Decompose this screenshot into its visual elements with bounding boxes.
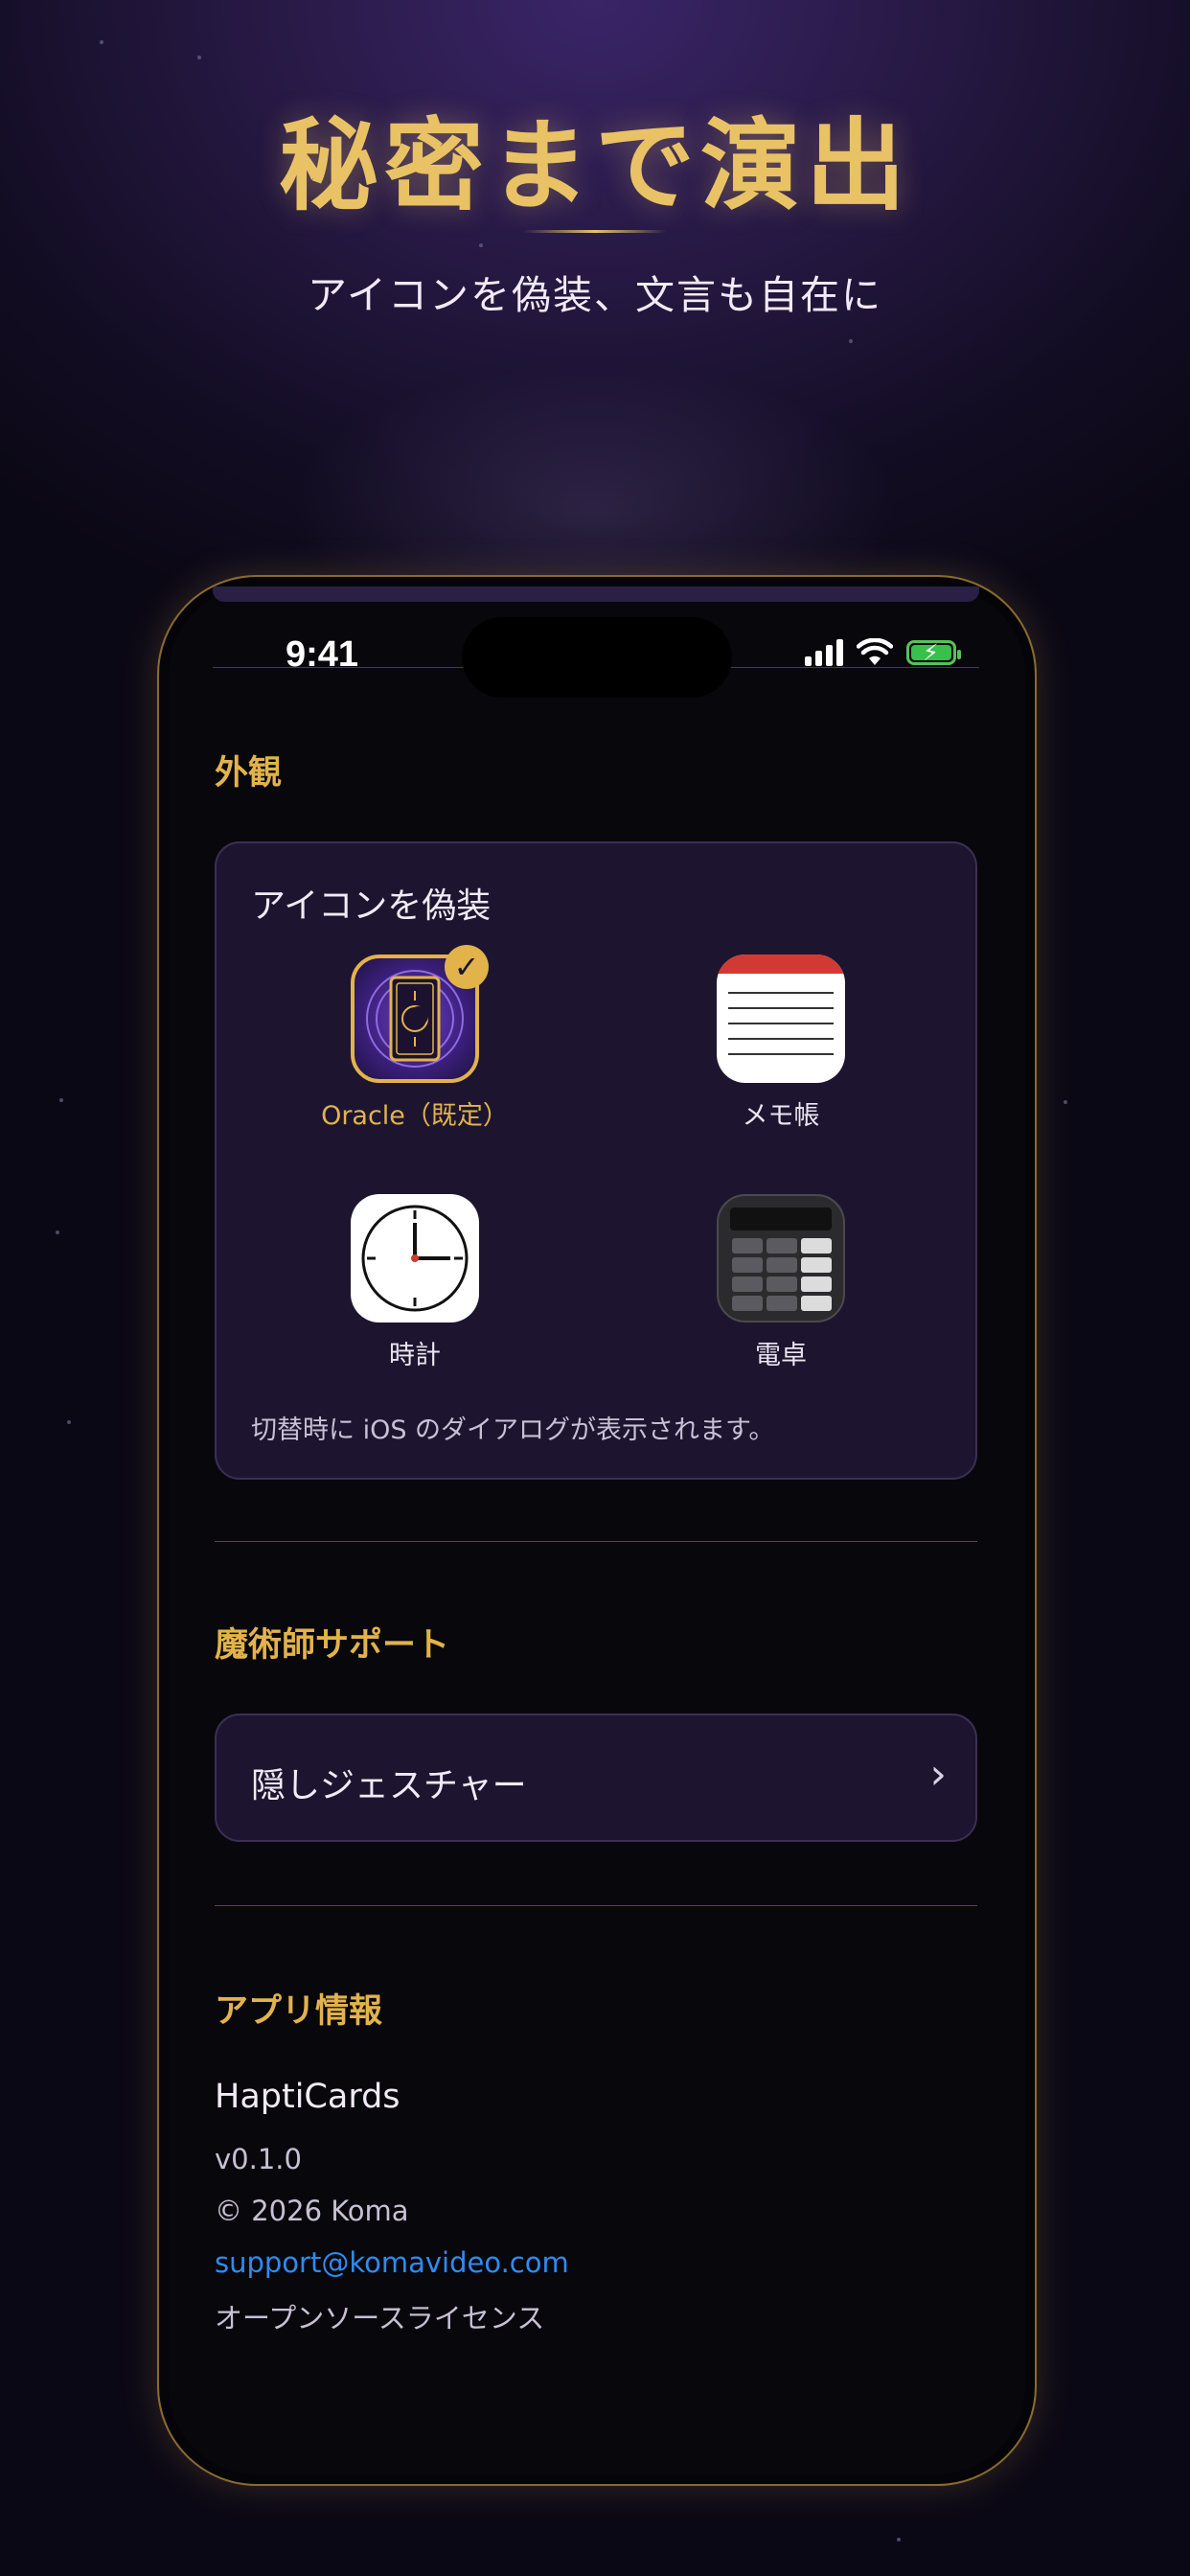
promo-headline: 秘密まで演出 bbox=[278, 106, 911, 224]
scroll-edge-strip bbox=[213, 586, 979, 602]
icon-disguise-label: アイコンを偽装 bbox=[251, 886, 492, 926]
star-decoration bbox=[849, 339, 853, 343]
section-title-app-info: アプリ情報 bbox=[215, 1992, 383, 2031]
headline-underline bbox=[523, 230, 667, 233]
app-copyright: © 2026 Koma bbox=[215, 2195, 409, 2227]
icon-caption-calculator: 電卓 bbox=[755, 1341, 807, 1370]
star-decoration bbox=[59, 1098, 63, 1102]
icon-caption-clock: 時計 bbox=[389, 1341, 441, 1370]
icon-switch-note: 切替時に iOS のダイアログが表示されます。 bbox=[251, 1415, 775, 1445]
phone-frame: 9:41 ⚡ 外観 アイコンを偽装 ✓ Oracle（既定） メモ帳 時計 電卓… bbox=[157, 575, 1037, 2486]
star-decoration bbox=[897, 2538, 901, 2542]
icon-caption-oracle: Oracle（既定） bbox=[321, 1101, 509, 1131]
star-decoration bbox=[67, 1420, 71, 1424]
chevron-right-icon: › bbox=[929, 1750, 947, 1799]
calculator-app-icon bbox=[717, 1194, 845, 1322]
star-decoration bbox=[479, 243, 483, 247]
support-email-link[interactable]: support@komavideo.com bbox=[215, 2246, 569, 2279]
hidden-gesture-row[interactable]: 隠しジェスチャー › bbox=[215, 1714, 977, 1842]
star-decoration bbox=[197, 56, 201, 59]
section-divider bbox=[215, 1905, 977, 1906]
promo-subhead: アイコンを偽装、文言も自在に bbox=[308, 272, 882, 318]
status-icons: ⚡ bbox=[805, 638, 961, 667]
cellular-signal-icon bbox=[805, 639, 843, 666]
star-decoration bbox=[1064, 1100, 1067, 1104]
open-source-licenses-link[interactable]: オープンソースライセンス bbox=[215, 2296, 544, 2336]
section-divider bbox=[215, 1541, 977, 1542]
dynamic-island bbox=[462, 617, 732, 698]
app-version: v0.1.0 bbox=[215, 2143, 302, 2175]
status-time: 9:41 bbox=[286, 634, 359, 675]
memo-app-icon bbox=[717, 954, 845, 1083]
section-title-appearance: 外観 bbox=[215, 754, 283, 793]
wifi-icon bbox=[857, 638, 893, 665]
selected-check-icon: ✓ bbox=[445, 945, 489, 989]
app-name: HaptiCards bbox=[215, 2078, 400, 2116]
hidden-gesture-label: 隠しジェスチャー bbox=[251, 1766, 527, 1806]
section-title-magician-support: 魔術師サポート bbox=[215, 1626, 450, 1665]
icon-disguise-card: アイコンを偽装 ✓ Oracle（既定） メモ帳 時計 電卓 切替時に iOS … bbox=[215, 841, 977, 1480]
star-decoration bbox=[56, 1230, 59, 1234]
icon-caption-memo: メモ帳 bbox=[742, 1101, 820, 1131]
star-decoration bbox=[100, 40, 103, 44]
battery-charging-icon: ⚡ bbox=[906, 639, 961, 666]
clock-app-icon bbox=[351, 1194, 479, 1322]
